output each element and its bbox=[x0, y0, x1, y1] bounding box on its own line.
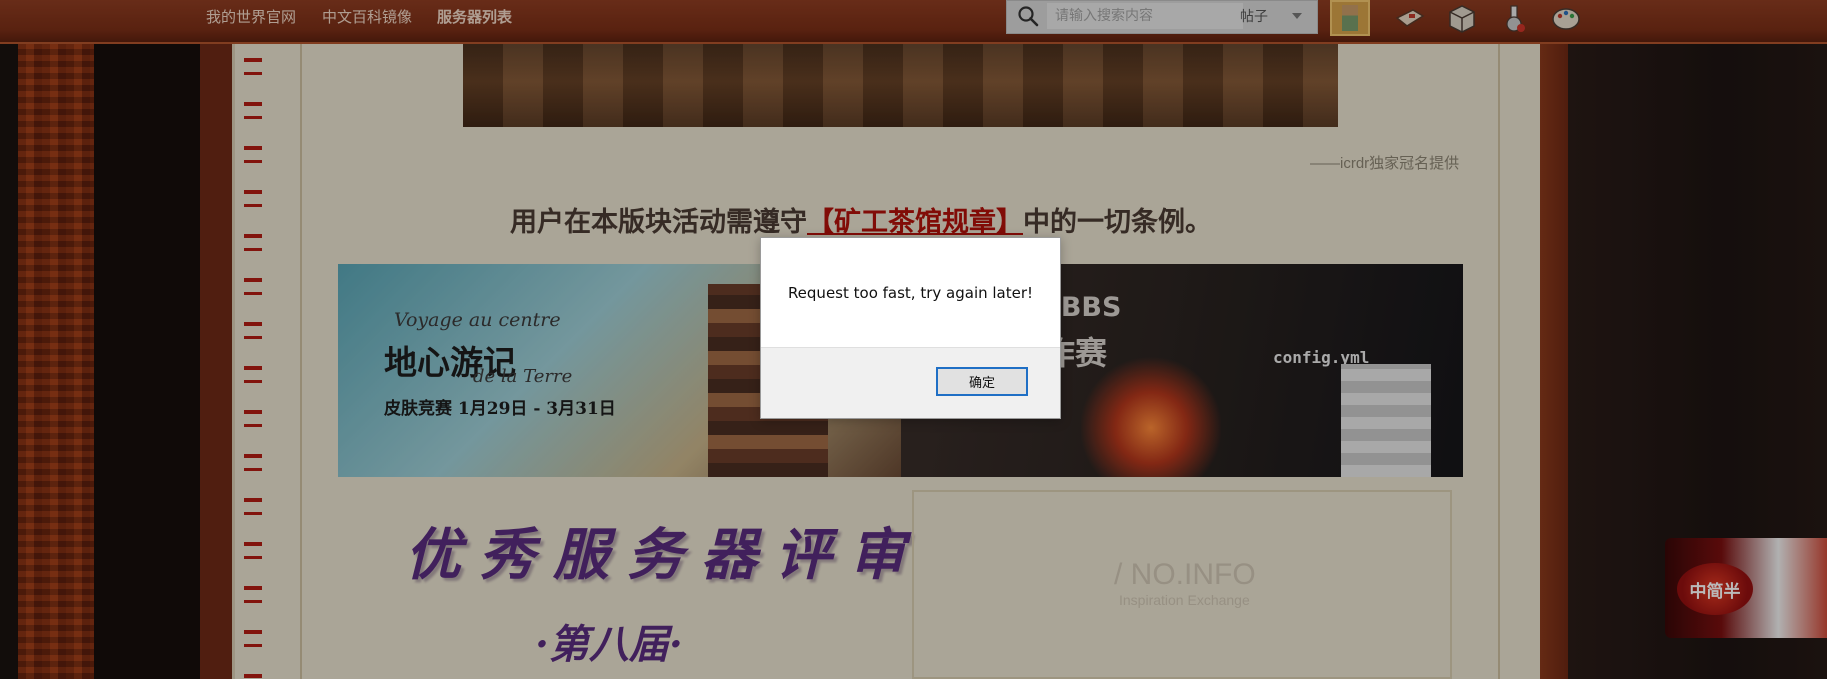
dialog-message: Request too fast, try again later! bbox=[787, 284, 1034, 302]
alert-dialog: Request too fast, try again later! 确定 bbox=[760, 237, 1061, 419]
dialog-footer: 确定 bbox=[761, 347, 1060, 418]
ok-button[interactable]: 确定 bbox=[936, 367, 1028, 396]
